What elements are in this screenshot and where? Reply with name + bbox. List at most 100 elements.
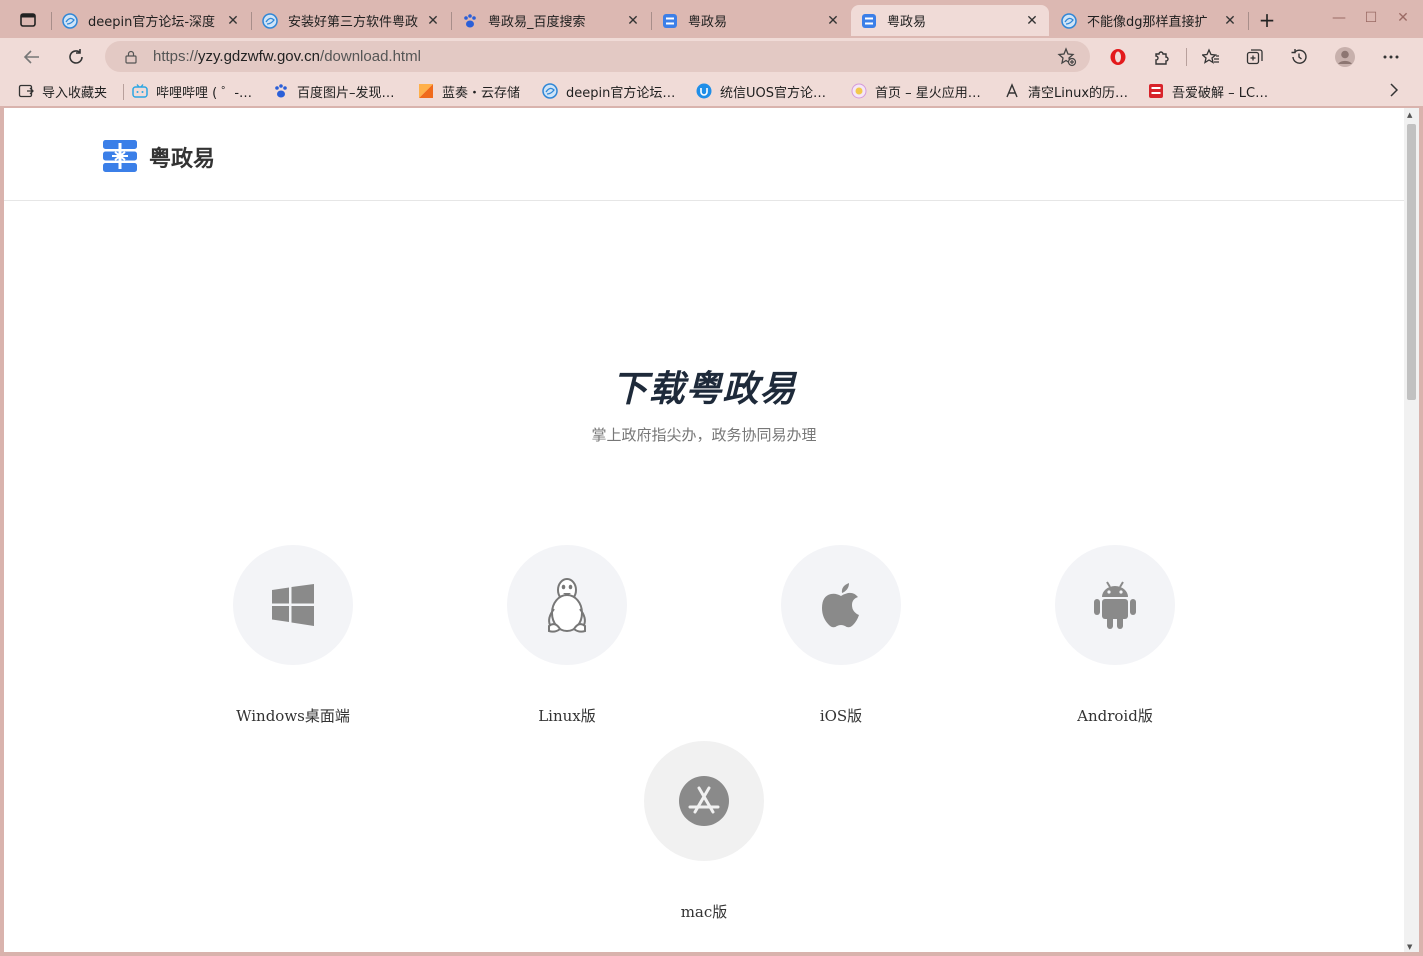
tab-yzy[interactable]: 粤政易 ✕: [652, 5, 850, 36]
tab-yzy-active[interactable]: 粤政易 ✕: [851, 5, 1049, 36]
bookmarks-separator: [123, 84, 124, 100]
collections-icon[interactable]: [1242, 44, 1268, 70]
close-window-button[interactable]: ✕: [1393, 8, 1413, 28]
yzy-logo-icon[interactable]: [103, 139, 137, 173]
app-store-icon: [679, 776, 729, 826]
extensions-icon[interactable]: [1149, 44, 1175, 70]
site-name[interactable]: 粤政易: [149, 141, 215, 173]
new-tab-button[interactable]: +: [1255, 8, 1279, 32]
download-windows-circle[interactable]: [233, 545, 353, 665]
tab-close-icon[interactable]: ✕: [1023, 12, 1041, 30]
arrow-left-icon: [23, 50, 39, 64]
url-path: /download.html: [320, 48, 421, 65]
baidu-paw-icon: [462, 13, 478, 29]
tab-close-icon[interactable]: ✕: [1221, 12, 1239, 30]
lock-icon: [123, 49, 139, 65]
deepin-icon: [62, 12, 78, 29]
bookmark-label: 统信UOS官方论…: [720, 85, 826, 101]
toolbar-separator: [1186, 48, 1187, 66]
download-android-label[interactable]: Android版: [1015, 705, 1215, 726]
download-windows-label[interactable]: Windows桌面端: [193, 705, 393, 726]
site-header: 粤政易: [4, 108, 1404, 201]
scroll-up-arrow-icon[interactable]: ▲: [1407, 111, 1412, 119]
android-icon: [1094, 581, 1136, 629]
tab-deepin-forum[interactable]: deepin官方论坛-深度 ✕: [52, 5, 250, 36]
tab-close-icon[interactable]: ✕: [224, 12, 242, 30]
deepin-icon: [542, 83, 558, 99]
tab-dg-expand[interactable]: 不能像dg那样直接扩 ✕: [1051, 5, 1247, 36]
tab-title: 粤政易: [887, 15, 927, 30]
bookmark-clear-linux-history[interactable]: 清空Linux的历…: [1004, 81, 1128, 101]
download-mac[interactable]: mac版: [604, 741, 804, 922]
bookmark-label: 百度图片–发现…: [297, 85, 395, 101]
import-icon: [18, 83, 34, 99]
bookmark-deepin-forum[interactable]: deepin官方论坛…: [542, 81, 675, 101]
maximize-button[interactable]: ☐: [1361, 8, 1381, 28]
bookmark-import[interactable]: 导入收藏夹: [18, 81, 107, 101]
tab-title: 粤政易_百度搜索: [488, 15, 586, 30]
scrollbar-thumb[interactable]: [1407, 124, 1416, 400]
address-bar[interactable]: https://yzy.gdzwfw.gov.cn/download.html: [105, 41, 1090, 72]
favorites-icon[interactable]: [1198, 44, 1224, 70]
bookmark-label: 导入收藏夹: [42, 85, 108, 101]
bookmark-uos-forum[interactable]: 统信UOS官方论…: [696, 81, 826, 101]
url-host: yzy.gdzwfw.gov.cn: [198, 48, 321, 65]
52pojie-icon: [1148, 83, 1164, 99]
download-mac-circle[interactable]: [644, 741, 764, 861]
download-mac-label[interactable]: mac版: [604, 901, 804, 922]
deepin-icon: [1061, 12, 1077, 29]
reload-button[interactable]: [62, 43, 90, 71]
tab-close-icon[interactable]: ✕: [624, 12, 642, 30]
download-linux-label[interactable]: Linux版: [467, 705, 667, 726]
tab-actions-button[interactable]: [8, 7, 48, 33]
bookmark-baidu-images[interactable]: 百度图片–发现…: [273, 81, 395, 101]
browser-toolbar: https://yzy.gdzwfw.gov.cn/download.html: [0, 38, 1423, 75]
download-ios[interactable]: iOS版: [741, 545, 941, 726]
tab-title: 不能像dg那样直接扩: [1087, 15, 1208, 30]
tab-close-icon[interactable]: ✕: [824, 12, 842, 30]
more-menu-icon[interactable]: [1378, 44, 1404, 70]
opera-extension-icon[interactable]: [1105, 44, 1131, 70]
download-linux-circle[interactable]: [507, 545, 627, 665]
bookmarks-overflow-chevron-icon[interactable]: [1384, 80, 1404, 100]
bookmark-bilibili[interactable]: 哔哩哔哩 ( ゜-…: [132, 81, 252, 101]
lanzou-icon: [418, 83, 434, 99]
url-text: https://yzy.gdzwfw.gov.cn/download.html: [153, 48, 1056, 65]
url-scheme: https://: [153, 48, 199, 65]
bookmark-label: 蓝奏・云存储: [442, 85, 521, 101]
tab-close-icon[interactable]: ✕: [424, 12, 442, 30]
bookmark-52pojie[interactable]: 吾爱破解 – LC…: [1148, 81, 1268, 101]
page-scrollbar[interactable]: ▲ ▼: [1404, 108, 1419, 952]
bookmark-spark-store[interactable]: 首页 – 星火应用…: [851, 81, 981, 101]
bookmark-lanzou[interactable]: 蓝奏・云存储: [418, 81, 520, 101]
download-ios-circle[interactable]: [781, 545, 901, 665]
yzy-icon: [861, 13, 877, 29]
page-title: 下载粤政易: [611, 369, 797, 410]
bookmark-label: 清空Linux的历…: [1028, 85, 1129, 101]
deepin-icon: [262, 12, 278, 29]
download-android-circle[interactable]: [1055, 545, 1175, 665]
download-ios-label[interactable]: iOS版: [741, 705, 941, 726]
linux-tux-icon: [548, 578, 586, 633]
reload-icon: [69, 49, 83, 64]
scroll-down-arrow-icon[interactable]: ▼: [1407, 943, 1412, 951]
add-favorite-icon[interactable]: [1056, 46, 1078, 68]
bookmark-label: 吾爱破解 – LC…: [1172, 85, 1269, 101]
back-button[interactable]: [18, 43, 46, 71]
bookmark-label: 哔哩哔哩 ( ゜-…: [156, 85, 253, 101]
profile-avatar-icon[interactable]: [1332, 44, 1358, 70]
minimize-button[interactable]: —: [1329, 8, 1349, 28]
history-icon[interactable]: [1286, 44, 1312, 70]
page-subtitle: 掌上政府指尖办，政务协同易办理: [591, 426, 817, 444]
download-linux[interactable]: Linux版: [467, 545, 667, 726]
spark-icon: [851, 83, 867, 99]
tab-install-third-party[interactable]: 安装好第三方软件粤政 ✕: [252, 5, 450, 36]
rocket-icon: [1004, 83, 1020, 99]
download-android[interactable]: Android版: [1015, 545, 1215, 726]
windows-icon: [272, 584, 314, 626]
tab-title: 安装好第三方软件粤政: [288, 15, 419, 30]
tab-title: deepin官方论坛-深度: [88, 15, 216, 30]
download-windows[interactable]: Windows桌面端: [193, 545, 393, 726]
tab-baidu-search[interactable]: 粤政易_百度搜索 ✕: [452, 5, 650, 36]
tab-actions-icon: [20, 13, 36, 27]
